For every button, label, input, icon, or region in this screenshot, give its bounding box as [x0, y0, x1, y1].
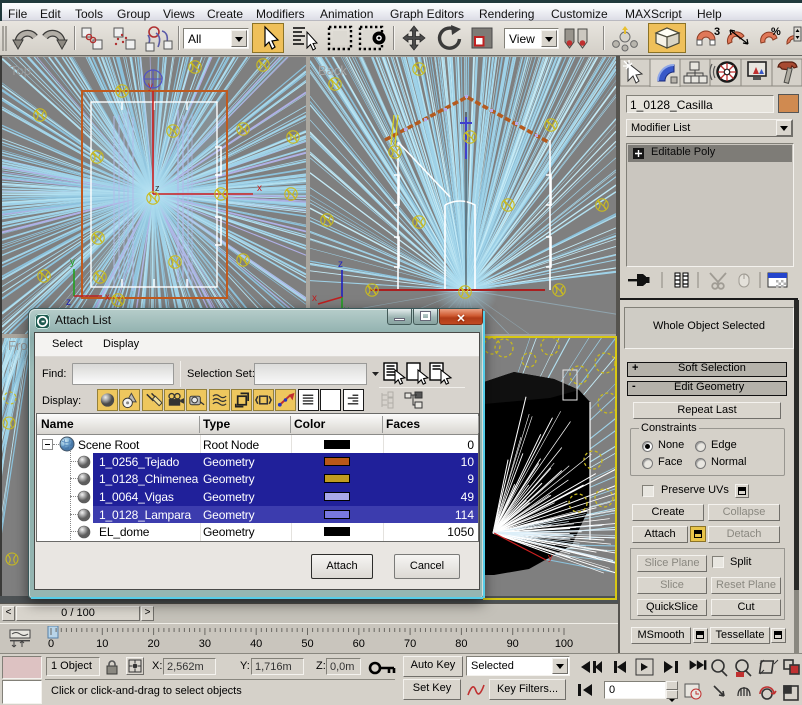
svg-text:Top: Top — [10, 63, 31, 78]
svg-text:10: 10 — [96, 638, 108, 650]
svg-text:%: % — [771, 26, 781, 38]
svg-text:30: 30 — [199, 638, 211, 650]
svg-text:z: z — [338, 259, 343, 270]
svg-text:60: 60 — [353, 638, 365, 650]
svg-text:Back: Back — [318, 63, 347, 78]
svg-text:80: 80 — [455, 638, 467, 650]
svg-text:40: 40 — [250, 638, 262, 650]
svg-text:20: 20 — [147, 638, 159, 650]
svg-text:90: 90 — [507, 638, 519, 650]
svg-text:x: x — [312, 293, 317, 304]
svg-text:50: 50 — [301, 638, 313, 650]
svg-text:z: z — [66, 297, 71, 308]
svg-text:x: x — [105, 292, 110, 303]
svg-text:3: 3 — [714, 26, 720, 38]
svg-text:0: 0 — [48, 638, 54, 650]
svg-text:100: 100 — [555, 638, 573, 650]
svg-text:70: 70 — [404, 638, 416, 650]
svg-text:x: x — [257, 183, 262, 194]
svg-text:z: z — [155, 183, 160, 193]
svg-text:y: y — [70, 257, 75, 268]
